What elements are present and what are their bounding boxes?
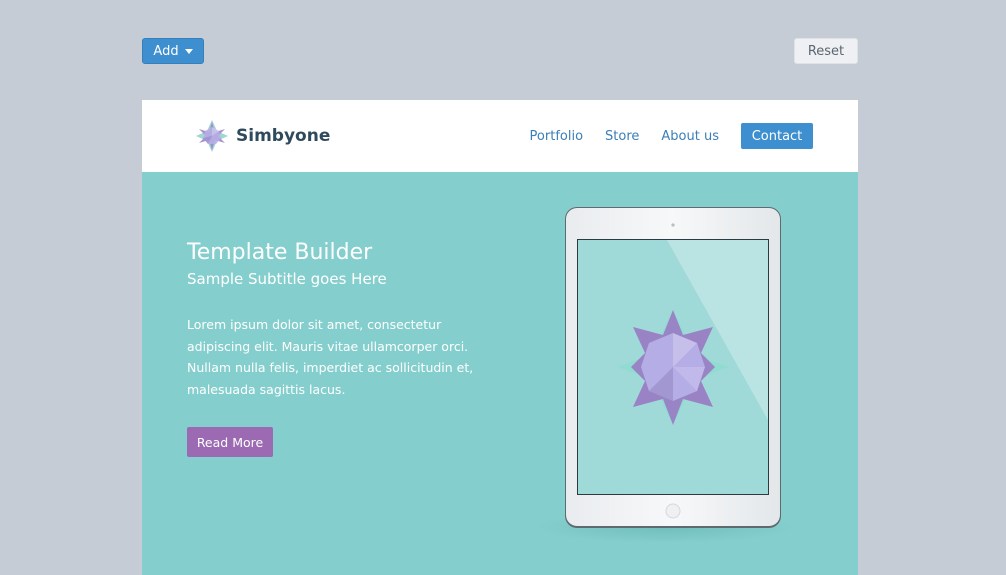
hero-subtitle: Sample Subtitle goes Here [187, 270, 387, 288]
add-button-label: Add [153, 43, 179, 59]
tablet-image [537, 207, 795, 543]
read-more-button[interactable]: Read More [187, 427, 273, 457]
contact-button[interactable]: Contact [741, 123, 813, 149]
add-button[interactable]: Add [142, 38, 204, 64]
hero-body-text: Lorem ipsum dolor sit amet, consectetur … [187, 317, 474, 397]
nav-link-about-us[interactable]: About us [661, 129, 719, 144]
reset-button[interactable]: Reset [794, 38, 858, 64]
hero-title: Template Builder [187, 240, 373, 265]
editor-stage: Add Reset Simbyone Portfolio Store About… [0, 0, 1006, 575]
template-canvas: Simbyone Portfolio Store About us Contac… [142, 100, 858, 575]
caret-down-icon [184, 48, 193, 54]
nav-link-store[interactable]: Store [605, 129, 639, 144]
nav-link-portfolio[interactable]: Portfolio [530, 129, 583, 144]
star-logo-icon [196, 120, 228, 152]
brand[interactable]: Simbyone [194, 118, 330, 154]
site-nav: Portfolio Store About us Contact [530, 123, 813, 149]
brand-name: Simbyone [236, 126, 331, 146]
site-header: Simbyone Portfolio Store About us Contac… [142, 100, 858, 172]
